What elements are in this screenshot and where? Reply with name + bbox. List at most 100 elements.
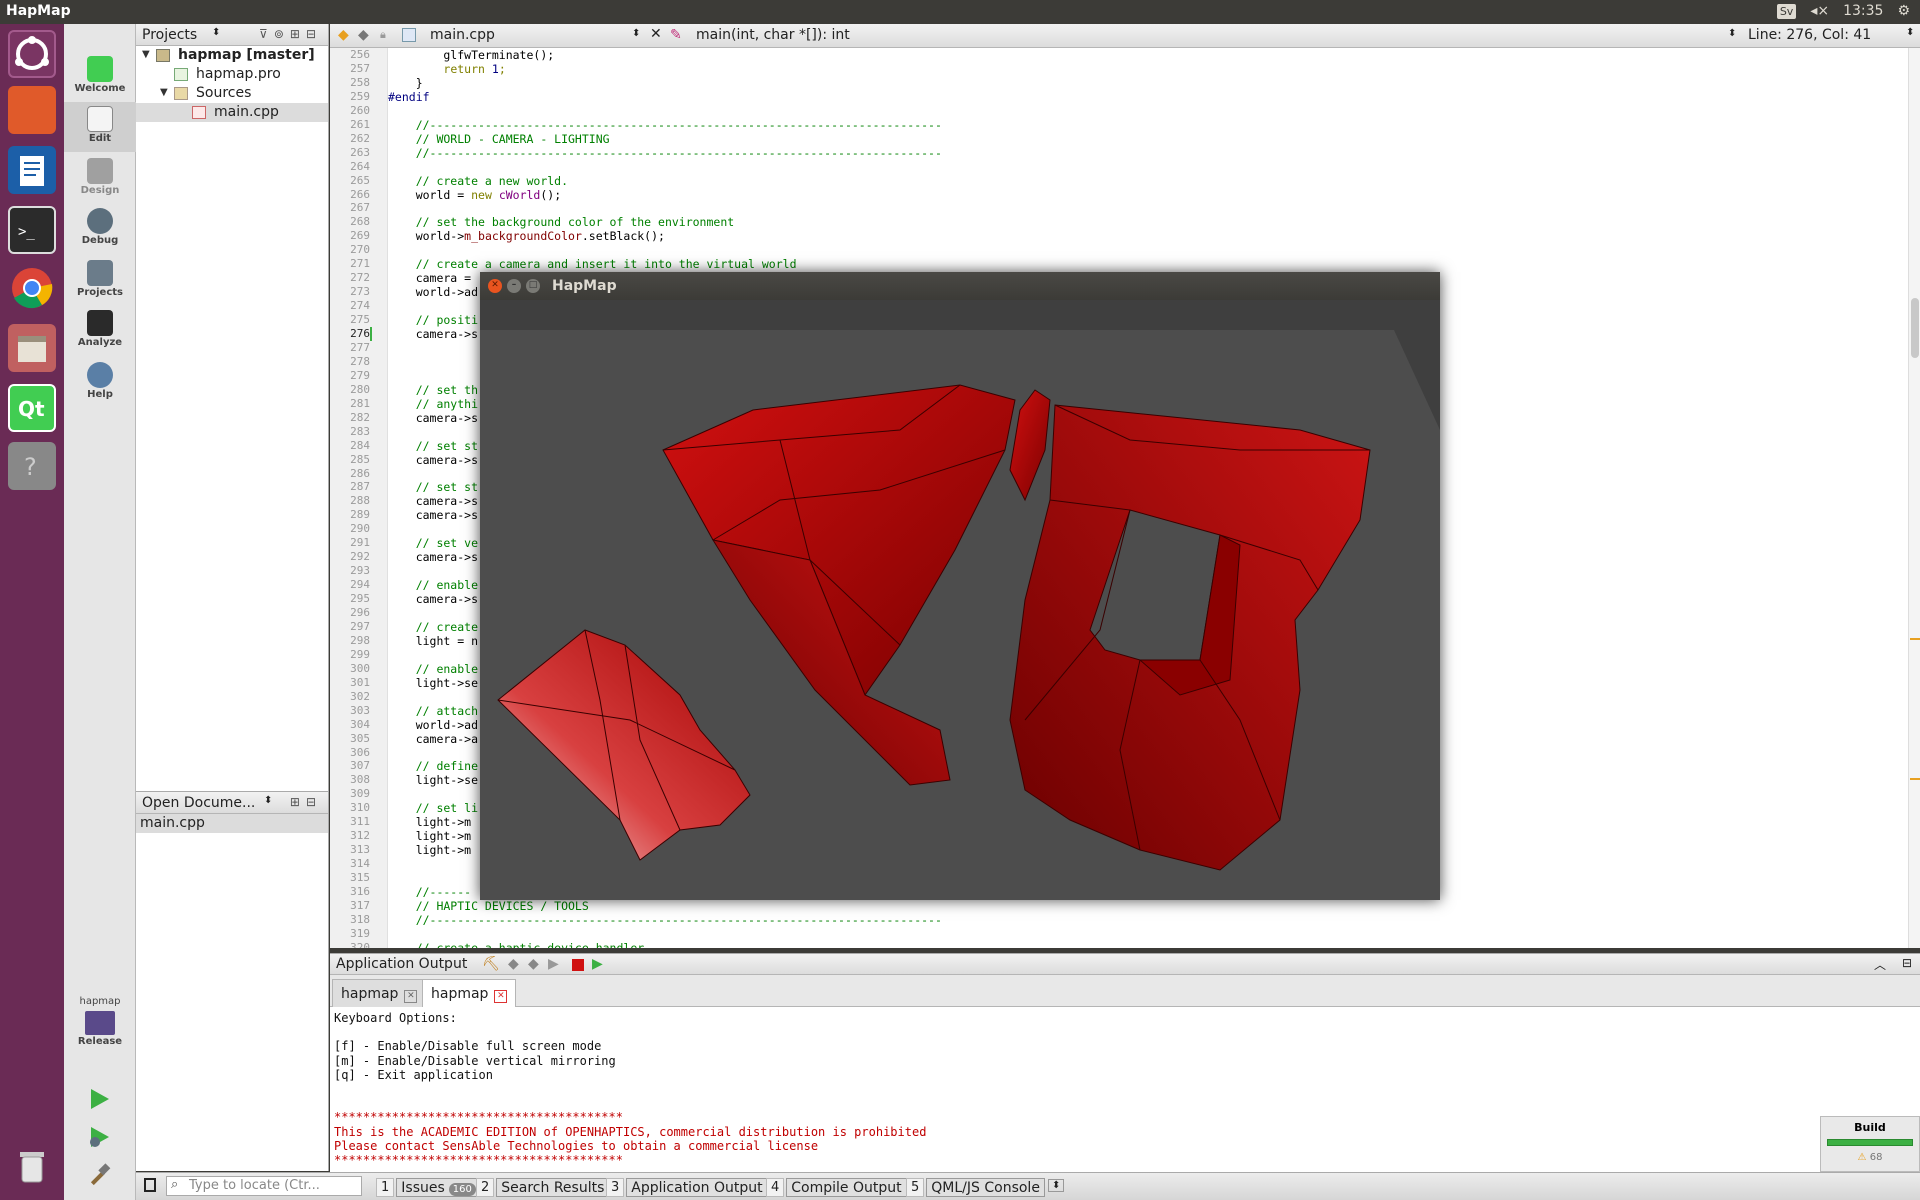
run-button[interactable] [86,1086,112,1112]
code-line[interactable]: // enable [388,578,478,592]
volume-icon[interactable]: ◂× [1810,3,1829,19]
code-line[interactable]: // set st [388,439,478,453]
mode-projects[interactable]: Projects [64,256,136,306]
view-dropdown-icon[interactable]: ⬍ [264,795,272,806]
code-line[interactable]: // create [388,620,478,634]
link-icon[interactable]: ⊚ [274,27,290,41]
close-pane-icon[interactable]: ⊟ [306,27,322,41]
hapmap-window[interactable]: ✕ – □ HapMap [480,272,1440,900]
code-line[interactable]: // set ve [388,536,478,550]
unknown-app-icon[interactable]: ? [8,442,56,490]
pane-button-search-results[interactable]: 2 Search Results [476,1177,610,1197]
next-item-icon[interactable]: ◆ [528,956,539,972]
nav-forward-icon[interactable]: ◆ [358,27,369,43]
code-line[interactable]: // enable [388,662,478,676]
split-icon[interactable]: ⊞ [290,795,306,809]
code-line[interactable]: //--------------------------------------… [388,146,942,160]
code-line[interactable]: // attach [388,704,478,718]
code-line[interactable]: camera->s [388,411,478,425]
rerun-icon[interactable]: ▶ [548,956,559,972]
code-line[interactable]: // create a camera and insert it into th… [388,257,797,271]
code-line[interactable]: } [388,76,423,90]
projects-view-selector[interactable]: Projects [142,27,197,43]
toggle-sidebar-icon[interactable] [144,1178,156,1192]
code-line[interactable]: world->ad [388,718,478,732]
build-progress[interactable]: Build ⚠ 68 [1820,1116,1920,1172]
code-line[interactable]: light = n [388,634,478,648]
code-line[interactable]: // WORLD - CAMERA - LIGHTING [388,132,610,146]
code-line[interactable]: // set li [388,801,478,815]
file-dropdown-icon[interactable]: ⬍ [632,28,640,39]
minimize-window-icon[interactable]: – [507,279,521,293]
clock[interactable]: 13:35 [1843,3,1883,19]
code-line[interactable]: world->m_backgroundColor.setBlack(); [388,229,665,243]
debug-run-button[interactable] [86,1124,112,1150]
hapmap-titlebar[interactable]: ✕ – □ HapMap [480,272,1440,300]
code-line[interactable]: camera->s [388,592,478,606]
code-line[interactable]: //--------------------------------------… [388,913,942,927]
ubuntu-dash-icon[interactable] [8,30,56,78]
pane-button-compile-output[interactable]: 4 Compile Output [766,1177,907,1197]
close-pane-icon[interactable]: ⊟ [1902,956,1912,970]
nav-back-icon[interactable]: ◆ [338,27,349,43]
code-line[interactable]: light->m [388,843,471,857]
close-window-icon[interactable]: ✕ [488,279,502,293]
pane-button-issues[interactable]: 1 Issues 160 [376,1177,481,1197]
scrollbar-thumb[interactable] [1911,298,1919,358]
writer-icon[interactable] [8,146,56,194]
settings-gear-icon[interactable]: ⚙ [1897,3,1910,19]
locator-input[interactable]: ⌕ Type to locate (Ctr... [166,1176,362,1196]
application-output[interactable]: Keyboard Options: [f] - Enable/Disable fu… [330,1007,1920,1172]
maximize-window-icon[interactable]: □ [526,279,540,293]
code-line[interactable]: camera->a [388,732,478,746]
code-line[interactable]: #endif [388,90,430,104]
code-line[interactable]: // set the background color of the envir… [388,215,735,229]
mode-analyze[interactable]: Analyze [64,306,136,356]
code-line[interactable]: world->ad [388,285,478,299]
attach-debugger-icon[interactable]: ▶ [592,956,603,972]
code-line[interactable]: //--------------------------------------… [388,118,942,132]
split-icon[interactable]: ⊞ [290,27,306,41]
open-document-item[interactable]: main.cpp [136,814,328,833]
view-dropdown-icon[interactable]: ⬍ [212,27,220,38]
stop-icon[interactable] [572,959,584,971]
chrome-icon[interactable] [8,264,56,312]
keyboard-layout-indicator[interactable]: Sv [1776,3,1797,19]
mode-design[interactable]: Design [64,154,136,204]
cursor-position[interactable]: Line: 276, Col: 41 [1748,27,1871,43]
open-documents-selector[interactable]: Open Docume... [142,795,255,811]
code-line[interactable]: glfwTerminate(); [388,48,554,62]
code-line[interactable]: world = new cWorld(); [388,188,561,202]
mode-edit[interactable]: Edit [64,102,136,152]
mode-help[interactable]: Help [64,358,136,408]
code-line[interactable]: //------ [388,885,471,899]
3d-viewport[interactable] [480,300,1440,900]
code-line[interactable]: // create a haptic device handler [388,941,645,948]
reattach-icon[interactable]: ⛏ [482,956,500,972]
code-line[interactable]: camera = [388,271,478,285]
code-line[interactable]: // set th [388,383,478,397]
mode-debug[interactable]: Debug [64,204,136,254]
code-line[interactable]: // create a new world. [388,174,568,188]
code-line[interactable]: return 1; [388,62,505,76]
archive-icon[interactable] [8,324,56,372]
code-line[interactable]: camera->s [388,327,478,341]
more-panes-icon[interactable]: ⬍ [1048,1179,1065,1192]
code-line[interactable]: // anythi [388,397,478,411]
editor-scrollbar[interactable] [1908,48,1920,948]
expand-arrow-icon[interactable]: ▼ [142,49,150,60]
target-selector[interactable]: hapmap Release [64,996,136,1086]
code-line[interactable]: camera->s [388,550,478,564]
code-line[interactable]: camera->s [388,494,478,508]
symbol-selector[interactable]: main(int, char *[]): int [696,27,850,43]
tree-item-sources[interactable]: ▼ Sources [136,84,328,103]
split-editor-icon[interactable]: ⬍ [1906,27,1914,38]
build-hammer-button[interactable] [86,1162,112,1188]
output-tab[interactable]: hapmap ✕ [332,979,427,1007]
tree-item-main-cpp[interactable]: main.cpp [136,103,328,122]
expand-arrow-icon[interactable]: ▼ [160,87,168,98]
close-document-icon[interactable]: ✕ [650,26,662,42]
open-file-selector[interactable]: main.cpp [430,27,495,43]
code-line[interactable]: light->se [388,676,478,690]
code-line[interactable]: light->m [388,829,471,843]
